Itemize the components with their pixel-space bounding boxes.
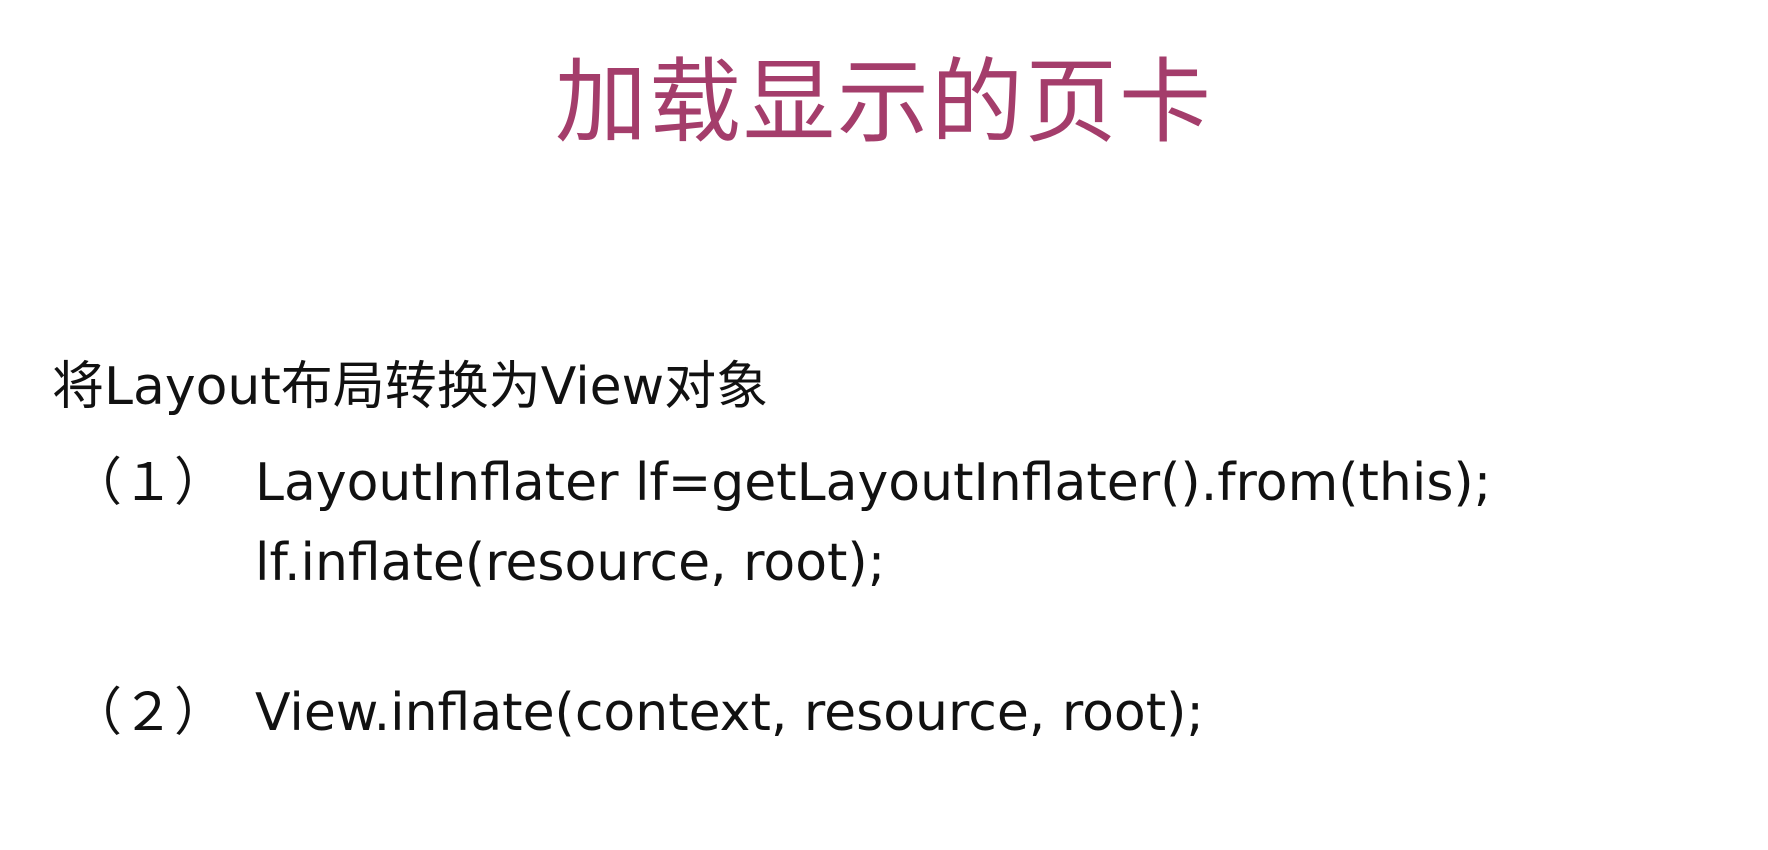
code-block-1: LayoutInflater lf=getLayoutInflater().fr… xyxy=(255,448,1491,608)
list-marker-2: （２） xyxy=(70,683,227,743)
code-block-2: View.inflate(context, resource, root); xyxy=(255,678,1204,758)
slide-subtitle: 将Layout布局转换为View对象 xyxy=(52,357,769,417)
slide-title: 加载显示的页卡 xyxy=(554,49,1213,156)
code-line-1-1: LayoutInflater lf=getLayoutInflater().fr… xyxy=(255,453,1492,513)
code-line-2-1: View.inflate(context, resource, root); xyxy=(255,683,1204,743)
list-marker-1: （１） xyxy=(70,453,227,513)
slide: 加载显示的页卡 将Layout布局转换为View对象 （１） LayoutInf… xyxy=(0,0,1768,850)
code-line-1-2: lf.inflate(resource, root); xyxy=(255,533,886,593)
